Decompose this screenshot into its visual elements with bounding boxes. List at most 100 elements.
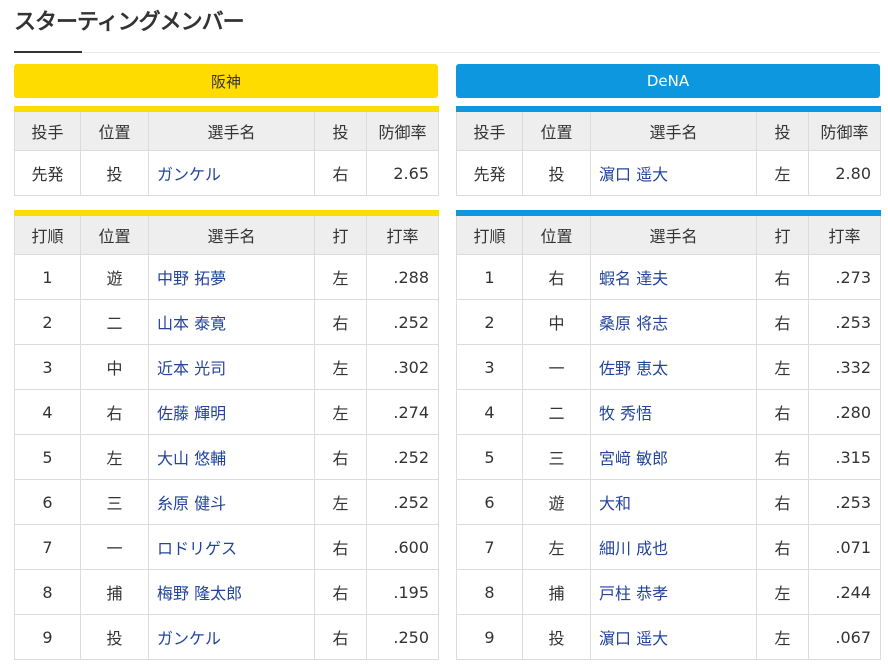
player-name-link[interactable]: 桑原 将志 xyxy=(590,299,757,345)
player-name-link[interactable]: 戸柱 恭孝 xyxy=(590,569,757,615)
batting-average: .252 xyxy=(366,434,439,480)
field-position: 捕 xyxy=(80,569,149,615)
column-header: 防御率 xyxy=(366,108,439,151)
home-lineup-table: 打順 位置 選手名 打 打率 1 遊中野 拓夢左 .288 2 二山本 泰寛右 .252 3… xyxy=(14,210,439,660)
field-position: 二 xyxy=(522,389,591,435)
field-position: 遊 xyxy=(80,254,149,300)
column-header: 打順 xyxy=(456,212,523,255)
away-lineup-body: 1 右蝦名 達夫右 .273 2 中桑原 将志右 .253 3 一佐野 恵太左 .332 4 二牧 … xyxy=(456,254,881,660)
table-row: 4二牧 秀悟右 .280 xyxy=(456,389,881,435)
bats-hand: 右 xyxy=(756,389,809,435)
player-name-link[interactable]: 中野 拓夢 xyxy=(148,254,315,300)
batting-order: 3 xyxy=(456,344,523,390)
column-header: 選手名 xyxy=(148,108,315,151)
column-header: 選手名 xyxy=(148,212,315,255)
bats-hand: 左 xyxy=(314,344,367,390)
column-header: 打率 xyxy=(808,212,881,255)
column-header: 位置 xyxy=(522,212,591,255)
player-name-link[interactable]: 佐野 恵太 xyxy=(590,344,757,390)
page-title: スターティングメンバー xyxy=(14,10,245,35)
field-position: 一 xyxy=(80,524,149,570)
player-name-link[interactable]: 蝦名 達夫 xyxy=(590,254,757,300)
batting-average: .302 xyxy=(366,344,439,390)
player-name-link[interactable]: 宮﨑 敏郎 xyxy=(590,434,757,480)
table-header-row: 投手 位置 選手名 投 防御率 xyxy=(456,108,881,151)
batting-average: .252 xyxy=(366,479,439,525)
bats-hand: 右 xyxy=(314,524,367,570)
batting-order: 4 xyxy=(456,389,523,435)
table-header-row: 打順 位置 選手名 打 打率 xyxy=(14,212,439,255)
column-header: 防御率 xyxy=(808,108,881,151)
home-lineup-body: 1 遊中野 拓夢左 .288 2 二山本 泰寛右 .252 3 中近本 光司左 .302 4 右佐藤… xyxy=(14,254,439,660)
player-name-link[interactable]: 細川 成也 xyxy=(590,524,757,570)
table-row: 1 右蝦名 達夫右 .273 xyxy=(456,254,881,300)
bats-hand: 右 xyxy=(756,299,809,345)
column-header: 投 xyxy=(756,108,809,151)
player-name-link[interactable]: 糸原 健斗 xyxy=(148,479,315,525)
player-name-link[interactable]: ガンケル xyxy=(148,150,315,196)
column-header: 打 xyxy=(314,212,367,255)
field-position: 右 xyxy=(80,389,149,435)
column-header: 打 xyxy=(756,212,809,255)
player-name-link[interactable]: 大和 xyxy=(590,479,757,525)
pitcher-position: 投 xyxy=(80,150,149,196)
table-header-row: 投手 位置 選手名 投 防御率 xyxy=(14,108,439,151)
table-row: 8 捕梅野 隆太郎右 .195 xyxy=(14,569,439,615)
batting-order: 9 xyxy=(456,614,523,660)
player-name-link[interactable]: ロドリゲス xyxy=(148,524,315,570)
table-row: 5 三宮﨑 敏郎右 .315 xyxy=(456,434,881,480)
bats-hand: 右 xyxy=(756,434,809,480)
table-row: 8 捕戸柱 恭孝左 .244 xyxy=(456,569,881,615)
table-row: 3 中近本 光司左 .302 xyxy=(14,344,439,390)
table-row: 9 投濵口 遥大左 .067 xyxy=(456,614,881,660)
title-underline xyxy=(14,51,82,53)
bats-hand: 右 xyxy=(314,569,367,615)
field-position: 一 xyxy=(522,344,591,390)
field-position: 投 xyxy=(522,614,591,660)
player-name-link[interactable]: 近本 光司 xyxy=(148,344,315,390)
batting-average: .195 xyxy=(366,569,439,615)
player-name-link[interactable]: 濵口 遥大 xyxy=(590,614,757,660)
batting-order: 5 xyxy=(14,434,81,480)
pitcher-position: 投 xyxy=(522,150,591,196)
bats-hand: 左 xyxy=(756,614,809,660)
field-position: 左 xyxy=(522,524,591,570)
player-name-link[interactable]: 山本 泰寛 xyxy=(148,299,315,345)
bats-hand: 右 xyxy=(314,299,367,345)
pitcher-throws: 右 xyxy=(314,150,367,196)
table-row: 7 一ロドリゲス右 .600 xyxy=(14,524,439,570)
table-row: 9 投ガンケル右 .250 xyxy=(14,614,439,660)
batting-order: 9 xyxy=(14,614,81,660)
batting-average: .250 xyxy=(366,614,439,660)
batting-order: 1 xyxy=(456,254,523,300)
player-name-link[interactable]: ガンケル xyxy=(148,614,315,660)
field-position: 投 xyxy=(80,614,149,660)
table-row: 7 左細川 成也右 .071 xyxy=(456,524,881,570)
bats-hand: 右 xyxy=(314,614,367,660)
pitcher-era: 2.80 xyxy=(808,150,881,196)
bats-hand: 左 xyxy=(314,389,367,435)
batting-order: 7 xyxy=(14,524,81,570)
bats-hand: 左 xyxy=(314,479,367,525)
player-name-link[interactable]: 濵口 遥大 xyxy=(590,150,757,196)
field-position: 三 xyxy=(80,479,149,525)
table-row: 3 一佐野 恵太左 .332 xyxy=(456,344,881,390)
pitcher-throws: 左 xyxy=(756,150,809,196)
column-header: 選手名 xyxy=(590,212,757,255)
player-name-link[interactable]: 佐藤 輝明 xyxy=(148,389,315,435)
column-header: 投手 xyxy=(14,108,81,151)
field-position: 三 xyxy=(522,434,591,480)
batting-average: .600 xyxy=(366,524,439,570)
batting-average: .253 xyxy=(808,479,881,525)
player-name-link[interactable]: 牧 秀悟 xyxy=(590,389,757,435)
away-pitcher-table: 投手 位置 選手名 投 防御率 先発 投 濵口 遥大 左 2.80 xyxy=(456,106,881,196)
bats-hand: 右 xyxy=(756,479,809,525)
page: スターティングメンバー 阪神 投手 位置 選手名 投 防御率 先発 投 ガンケル… xyxy=(0,0,888,671)
title-bar: スターティングメンバー xyxy=(14,8,880,53)
batting-average: .280 xyxy=(808,389,881,435)
field-position: 右 xyxy=(522,254,591,300)
batting-order: 1 xyxy=(14,254,81,300)
player-name-link[interactable]: 大山 悠輔 xyxy=(148,434,315,480)
player-name-link[interactable]: 梅野 隆太郎 xyxy=(148,569,315,615)
batting-order: 3 xyxy=(14,344,81,390)
